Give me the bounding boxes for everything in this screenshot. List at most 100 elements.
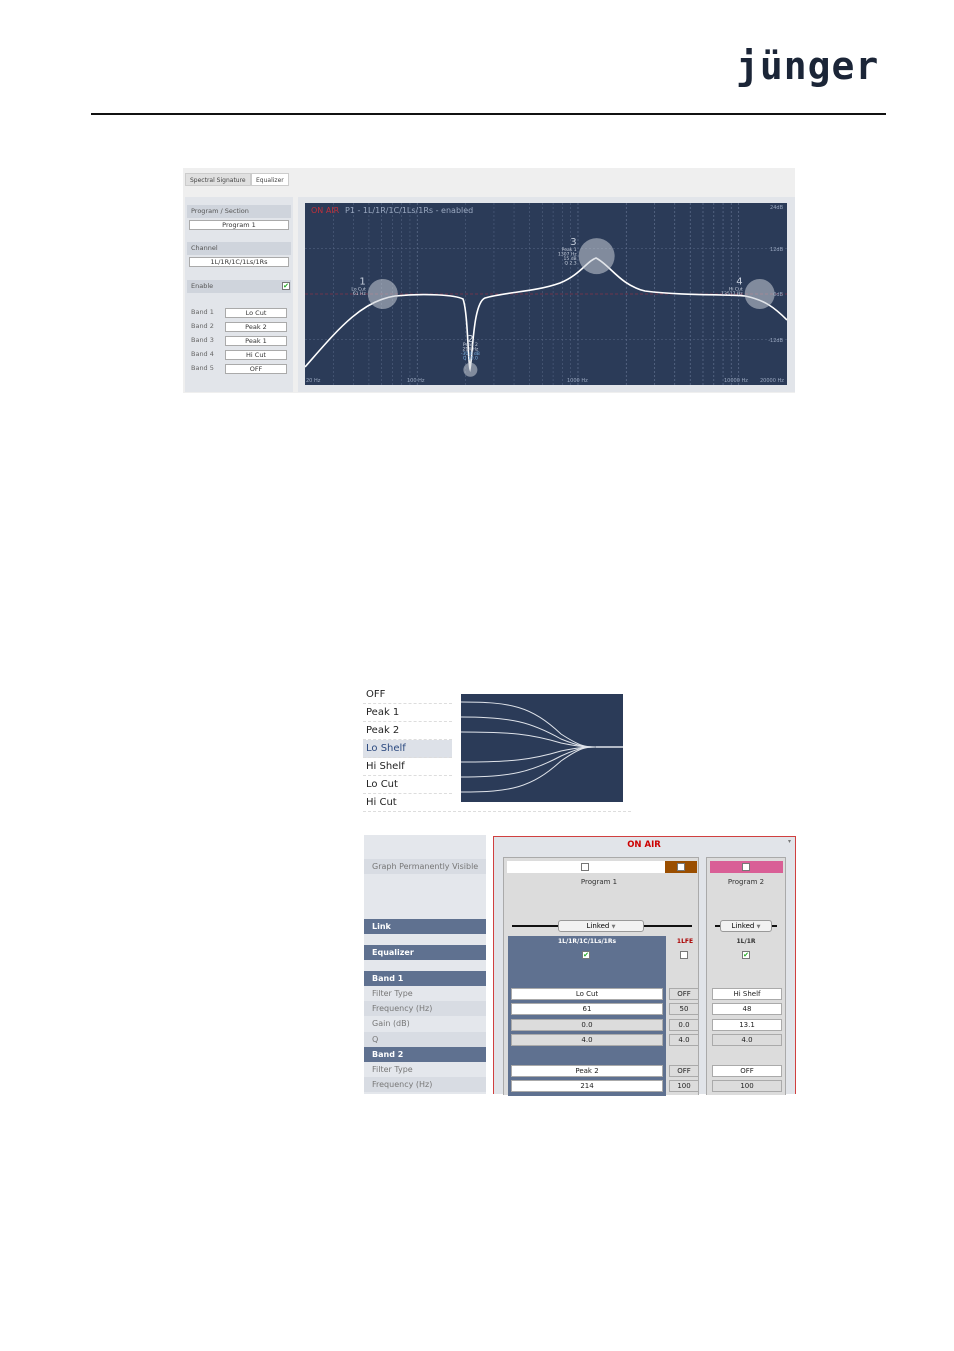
frequency-label: Frequency (Hz)	[364, 1001, 486, 1016]
gain-cell[interactable]: 0.0	[669, 1019, 699, 1031]
x-label: 10000 Hz	[724, 378, 748, 384]
channel-checkbox[interactable]: ✔	[742, 951, 750, 959]
frequency-cell[interactable]: 61	[511, 1003, 663, 1015]
enable-label: Enable	[187, 280, 291, 293]
filter-option-peak2[interactable]: Peak 2	[363, 722, 452, 740]
eq-graph-panel: ON AIR P1 - 1L/1R/1C/1Ls/1Rs - enabled 2…	[298, 197, 795, 392]
program-field[interactable]: Program 1	[189, 220, 289, 230]
channel-label: Channel	[187, 242, 291, 255]
band-label: Band 3	[191, 336, 214, 344]
band-select[interactable]: Lo Cut	[225, 308, 287, 318]
frequency-cell[interactable]: 100	[712, 1080, 782, 1092]
graph-visible-label: Graph Permanently Visible	[364, 859, 486, 874]
q-cell[interactable]: 4.0	[712, 1034, 782, 1046]
band-handle-3[interactable]	[578, 238, 615, 275]
enable-checkbox[interactable]: ✔	[282, 282, 290, 290]
band-handle-1[interactable]	[367, 279, 398, 309]
band-info: Q 10.0	[463, 355, 478, 361]
y-label: 12dB	[770, 247, 784, 253]
eq-graph[interactable]: ON AIR P1 - 1L/1R/1C/1Ls/1Rs - enabled 2…	[304, 203, 788, 385]
band-label: Band 2	[191, 322, 214, 330]
program2-column: Program 2 Linked ▼ 1L/1R ✔ Hi Shelf 48 1…	[706, 857, 786, 1095]
eq-left-panel: Program / Section Program 1 Channel 1L/1…	[185, 197, 293, 392]
program2-link-dropdown[interactable]: Linked ▼	[720, 920, 772, 932]
panel-menu-icon[interactable]: ▾	[788, 838, 791, 845]
filter-type-cell[interactable]: OFF	[669, 1065, 699, 1077]
frequency-cell[interactable]: 48	[712, 1003, 782, 1015]
link-value: Linked	[731, 922, 755, 930]
gain-cell[interactable]: 13.1	[712, 1019, 782, 1031]
on-air-label: ON AIR	[311, 206, 340, 215]
band1-header: Band 1	[364, 971, 486, 986]
frequency-cell[interactable]: 50	[669, 1003, 699, 1015]
gain-label: Gain (dB)	[364, 1016, 486, 1031]
tab-spectral-signature[interactable]: Spectral Signature	[185, 173, 251, 186]
eq-graph-svg: ON AIR P1 - 1L/1R/1C/1Ls/1Rs - enabled 2…	[304, 203, 788, 385]
gain-cell[interactable]: 0.0	[511, 1019, 663, 1031]
y-label: -12dB	[768, 338, 783, 344]
program1-link-dropdown[interactable]: Linked ▼	[558, 920, 644, 932]
band-number: 4	[736, 277, 742, 288]
channel-name: 1LFE	[676, 938, 694, 945]
filter-option-lo-shelf[interactable]: Lo Shelf	[363, 740, 452, 758]
filter-type-dropdown: OFF Peak 1 Peak 2 Lo Shelf Hi Shelf Lo C…	[362, 686, 632, 812]
link-header: Link	[364, 919, 486, 934]
channel-checkbox[interactable]: ✔	[582, 951, 590, 959]
filter-type-cell[interactable]: OFF	[712, 1065, 782, 1077]
filter-preview-graphic	[461, 694, 623, 802]
filter-type-label: Filter Type	[364, 986, 486, 1001]
equalizer-window: Spectral Signature Equalizer Program / S…	[183, 168, 795, 393]
q-label: Q	[364, 1032, 486, 1047]
chevron-down-icon: ▼	[756, 924, 761, 930]
filter-option-lo-cut[interactable]: Lo Cut	[363, 776, 452, 794]
filter-option-off[interactable]: OFF	[363, 686, 452, 704]
x-label: 20 Hz	[306, 378, 321, 384]
channel-checkbox[interactable]	[680, 951, 688, 959]
x-label: 1000 Hz	[567, 378, 588, 384]
chevron-down-icon: ▼	[611, 924, 616, 930]
channel-name: 1L/1R/1C/1Ls/1Rs	[557, 938, 617, 945]
filter-type-cell[interactable]: Peak 2	[511, 1065, 663, 1077]
channel-field[interactable]: 1L/1R/1C/1Ls/1Rs	[189, 257, 289, 267]
band-info: 13517 Hz	[721, 291, 743, 297]
header-rule	[91, 113, 886, 115]
graph-title: P1 - 1L/1R/1C/1Ls/1Rs - enabled	[345, 206, 473, 215]
link-value: Linked	[586, 922, 610, 930]
q-cell[interactable]: 4.0	[511, 1034, 663, 1046]
band-number: 3	[570, 237, 576, 248]
eq-curve	[304, 257, 788, 370]
band2-header: Band 2	[364, 1047, 486, 1062]
x-label: 100 Hz	[407, 378, 425, 384]
band-select[interactable]: Peak 1	[225, 336, 287, 346]
band-select[interactable]: Hi Cut	[225, 350, 287, 360]
on-air-panel: ON AIR ▾ Program 1 Linked ▼ 1L/1R/1C/1Ls…	[493, 836, 796, 1096]
filter-type-cell[interactable]: OFF	[669, 988, 699, 1000]
band-select[interactable]: Peak 2	[225, 322, 287, 332]
tab-equalizer[interactable]: Equalizer	[251, 173, 289, 186]
band-number: 1	[359, 277, 365, 288]
frequency-cell[interactable]: 214	[511, 1080, 663, 1092]
program-section-label: Program / Section	[187, 205, 291, 218]
filter-type-cell[interactable]: Hi Shelf	[712, 988, 782, 1000]
y-label: 24dB	[770, 205, 784, 211]
band-handle-4[interactable]	[744, 279, 775, 309]
band-handle-2[interactable]	[463, 362, 478, 377]
band-label: Band 4	[191, 350, 214, 358]
filter-option-peak1[interactable]: Peak 1	[363, 704, 452, 722]
band-info: 61 Hz	[353, 291, 367, 297]
junger-logo: jünger	[736, 44, 880, 88]
band-info: Q 2.3	[565, 261, 577, 267]
frequency-cell[interactable]: 100	[669, 1080, 699, 1092]
band-label: Band 5	[191, 364, 214, 372]
program1-color-checkbox[interactable]	[677, 863, 685, 871]
filter-type-cell[interactable]: Lo Cut	[511, 988, 663, 1000]
on-air-title: ON AIR	[627, 840, 661, 850]
filter-option-hi-shelf[interactable]: Hi Shelf	[363, 758, 452, 776]
q-cell[interactable]: 4.0	[669, 1034, 699, 1046]
y-label: 0dB	[773, 292, 783, 298]
band-label: Band 1	[191, 308, 214, 316]
program1-select-checkbox[interactable]	[581, 863, 589, 871]
band-select[interactable]: OFF	[225, 364, 287, 374]
program1-column: Program 1 Linked ▼ 1L/1R/1C/1Ls/1Rs ✔ 1L…	[503, 857, 699, 1096]
program2-select-checkbox[interactable]	[742, 863, 750, 871]
